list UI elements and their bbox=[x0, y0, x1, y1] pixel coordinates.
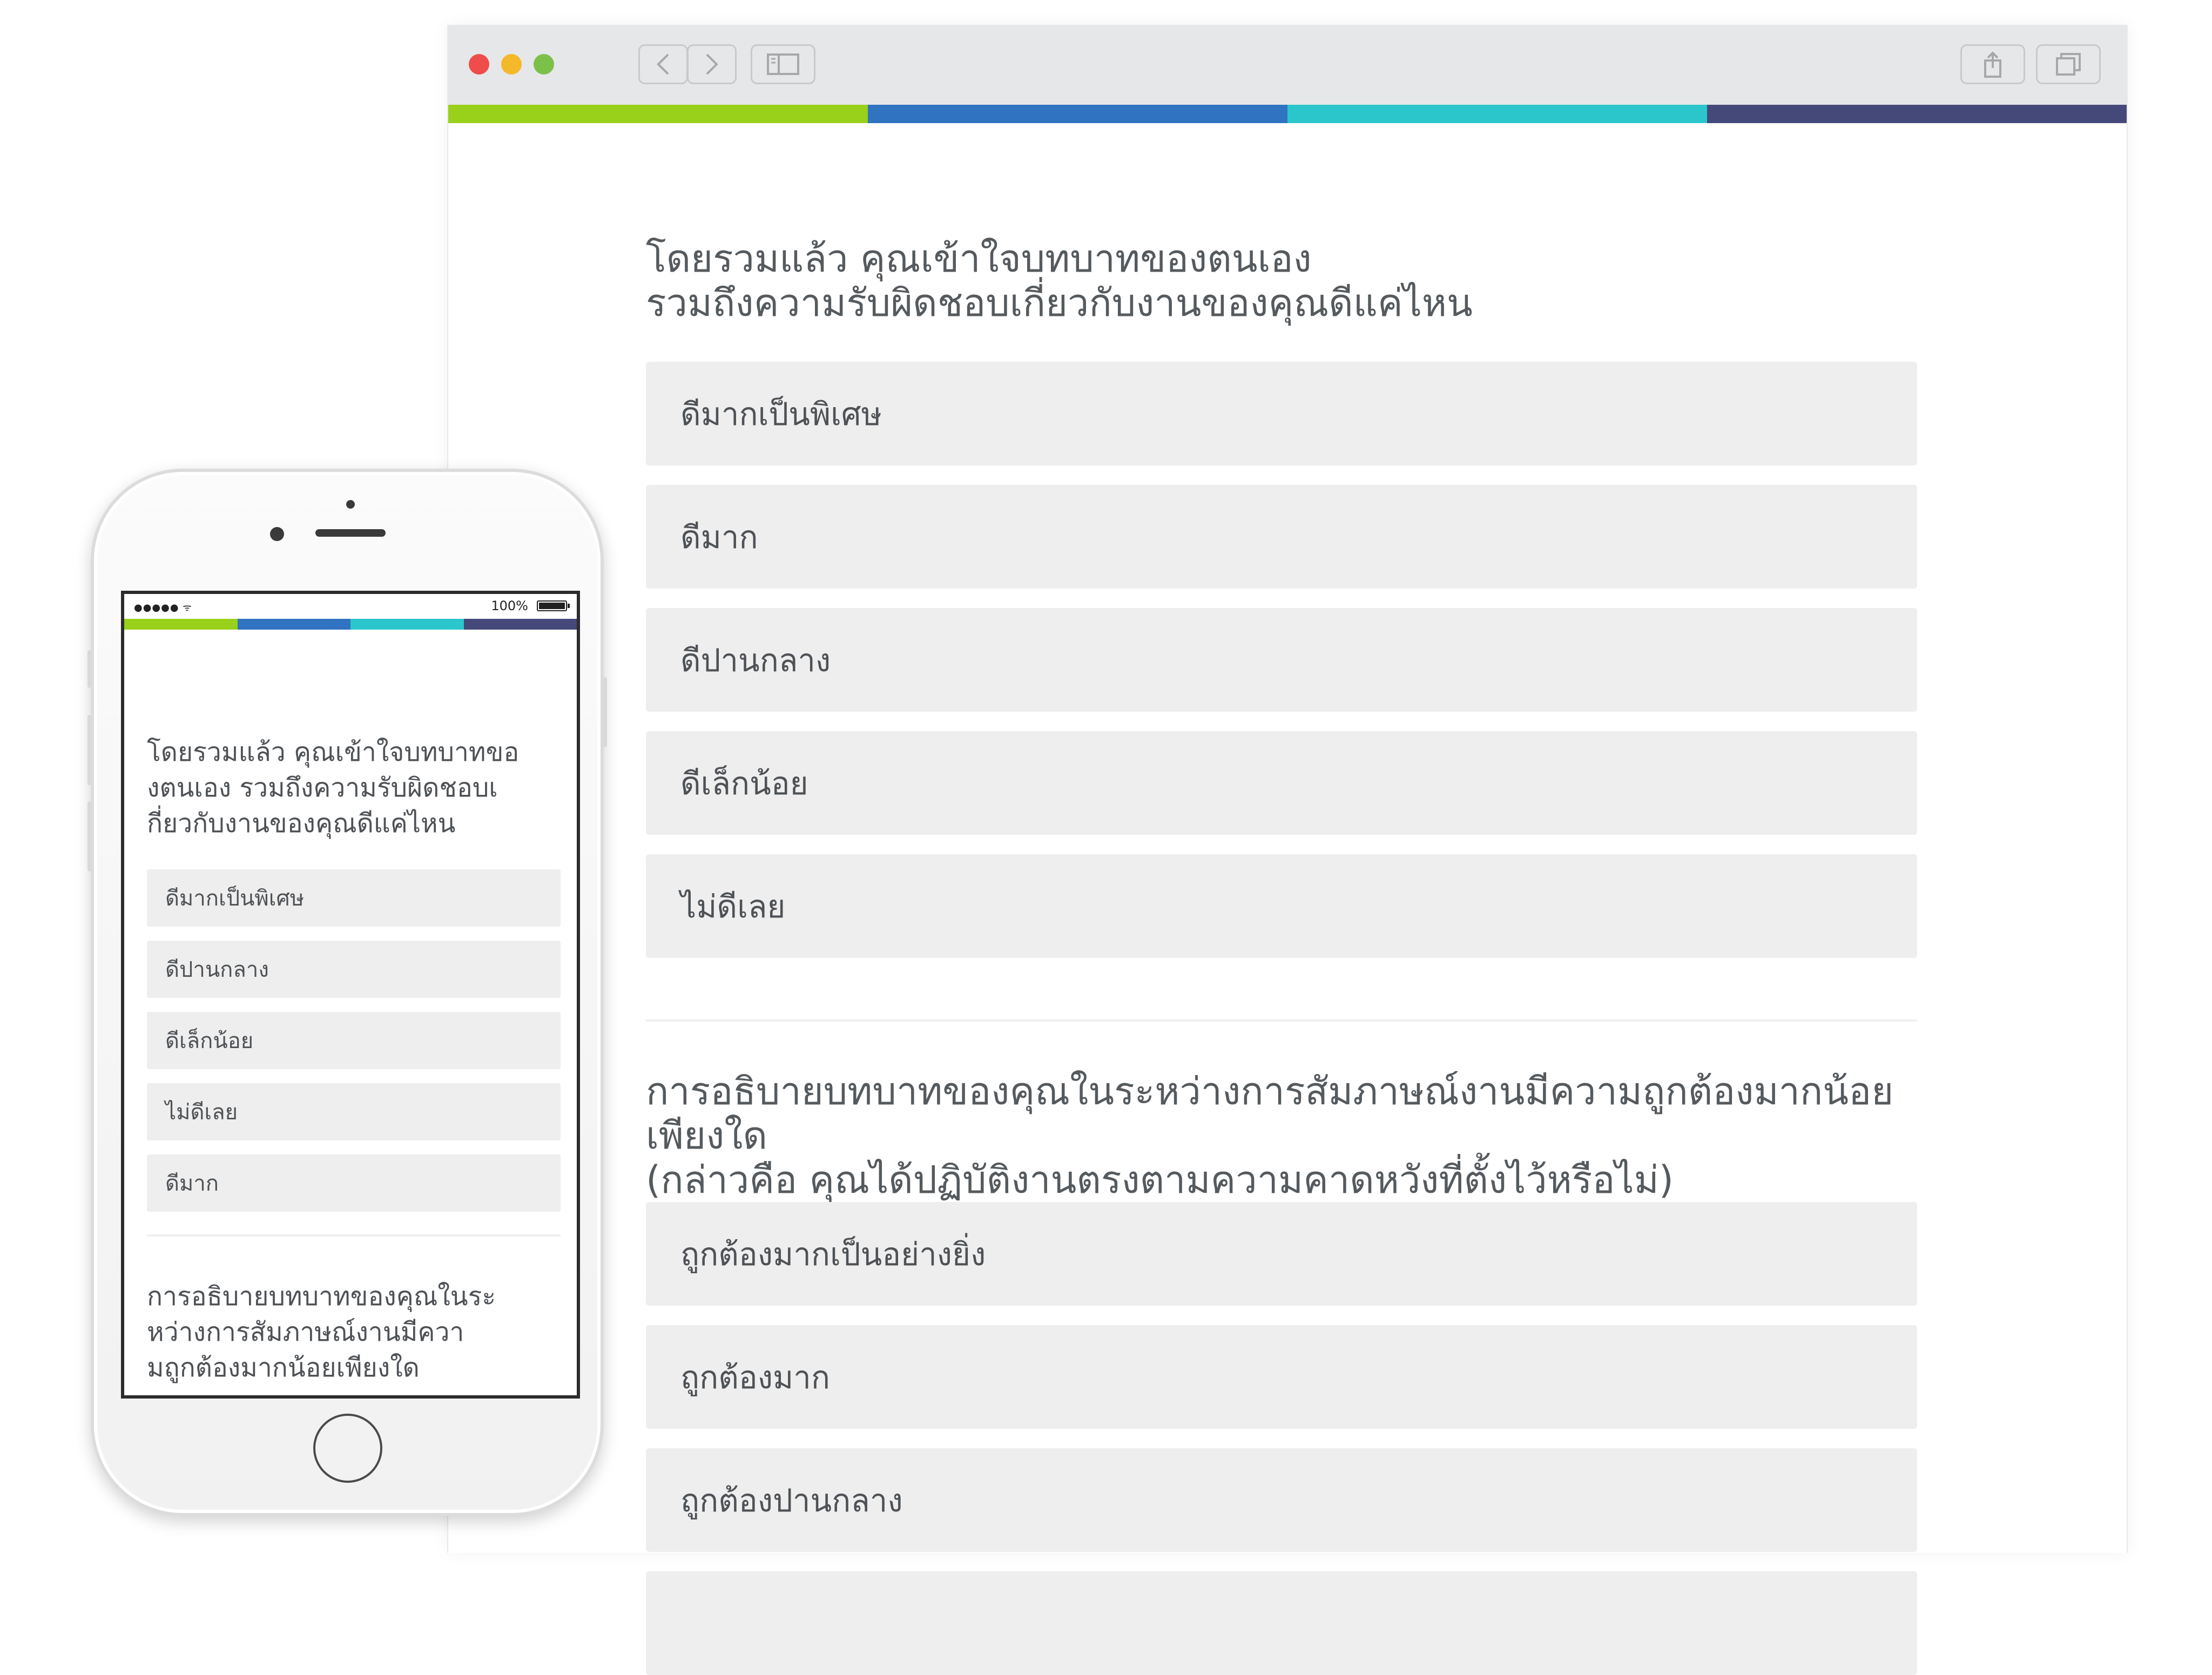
question-2-title: การอธิบายบทบาทของคุณในระหว่างการสัมภาษณ์… bbox=[646, 1069, 1942, 1202]
volume-up-button bbox=[87, 715, 92, 785]
sidebar-toggle-button[interactable] bbox=[751, 44, 815, 84]
forward-button[interactable] bbox=[687, 44, 737, 84]
mobile-progress-bar bbox=[124, 619, 577, 630]
progress-segment-4 bbox=[1707, 105, 2127, 123]
mobile-question-1-title: โดยรวมแล้ว คุณเข้าใจบทบาทขอ งตนเอง รวมถึ… bbox=[147, 734, 547, 841]
front-camera bbox=[270, 527, 284, 541]
progress-segment-1 bbox=[448, 105, 868, 123]
mobile-question-2-title: การอธิบายบทบาทของคุณในระ หว่างการสัมภาษณ… bbox=[147, 1279, 547, 1386]
survey-progress-bar bbox=[448, 105, 2127, 123]
zoom-window-button[interactable] bbox=[534, 54, 554, 75]
close-window-button[interactable] bbox=[469, 54, 489, 75]
mobile-q1-option[interactable]: ดีปานกลาง bbox=[147, 941, 561, 998]
sidebar-icon bbox=[767, 53, 799, 75]
share-button[interactable] bbox=[1960, 44, 2025, 84]
signal-strength-icon: ●●●●● ᯤ bbox=[134, 602, 192, 613]
mobile-question-2-line-2: หว่างการสัมภาษณ์งานมีควา bbox=[147, 1317, 464, 1347]
mute-switch bbox=[87, 650, 92, 688]
mobile-question-1-line-2: งตนเอง รวมถึงความรับผิดชอบเ bbox=[147, 773, 498, 803]
q1-option[interactable]: ดีมากเป็นพิเศษ bbox=[646, 362, 1917, 465]
mobile-q1-option[interactable]: ดีมาก bbox=[147, 1154, 561, 1212]
browser-toolbar bbox=[448, 25, 2127, 105]
mobile-q1-option[interactable]: ไม่ดีเลย bbox=[147, 1083, 561, 1140]
power-button bbox=[603, 677, 607, 747]
battery-icon bbox=[537, 600, 570, 611]
progress-segment-4 bbox=[463, 619, 577, 630]
question-1-line-2: รวมถึงความรับผิดชอบเกี่ยวกับงานของคุณดีแ… bbox=[646, 281, 1473, 325]
mobile-question-2-line-3: มถูกต้องมากน้อยเพียงใด bbox=[147, 1353, 420, 1383]
earpiece-speaker bbox=[315, 529, 386, 537]
back-icon bbox=[657, 53, 669, 75]
phone-mockup: ●●●●● ᯤ 100% โดยรวมแล้ว คุณเข้าใจบทบาทขอ… bbox=[87, 469, 607, 1516]
mobile-question-2-line-1: การอธิบายบทบาทของคุณในระ bbox=[147, 1281, 496, 1312]
question-2-line-2: (กล่าวคือ คุณได้ปฏิบัติงานตรงตามความคาดห… bbox=[646, 1158, 1674, 1202]
q2-option[interactable]: ถูกต้องมาก bbox=[646, 1325, 1917, 1429]
progress-segment-3 bbox=[350, 619, 464, 630]
q1-option[interactable]: ดีเล็กน้อย bbox=[646, 731, 1917, 835]
question-1-line-1: โดยรวมแล้ว คุณเข้าใจบทบาทของตนเอง bbox=[646, 237, 1312, 281]
tabs-icon bbox=[2056, 53, 2081, 76]
q1-option[interactable]: ไม่ดีเลย bbox=[646, 854, 1917, 958]
q2-option[interactable]: ถูกต้องปานกลาง bbox=[646, 1448, 1917, 1552]
progress-segment-2 bbox=[237, 619, 350, 630]
back-button[interactable] bbox=[638, 44, 688, 84]
volume-down-button bbox=[87, 801, 92, 872]
progress-segment-2 bbox=[868, 105, 1287, 123]
forward-icon bbox=[706, 53, 718, 75]
question-divider bbox=[646, 1019, 1917, 1022]
mobile-question-1-line-1: โดยรวมแล้ว คุณเข้าใจบทบาทขอ bbox=[147, 737, 520, 767]
battery-percentage: 100% bbox=[491, 598, 528, 613]
tabs-button[interactable] bbox=[2036, 44, 2101, 84]
phone-screen: ●●●●● ᯤ 100% โดยรวมแล้ว คุณเข้าใจบทบาทขอ… bbox=[121, 591, 580, 1399]
progress-segment-1 bbox=[124, 619, 238, 630]
browser-window: โดยรวมแล้ว คุณเข้าใจบทบาทของตนเอง รวมถึง… bbox=[447, 25, 2128, 1675]
q2-option-partial[interactable] bbox=[646, 1571, 1917, 1675]
home-button[interactable] bbox=[313, 1414, 382, 1483]
question-1-title: โดยรวมแล้ว คุณเข้าใจบทบาทของตนเอง รวมถึง… bbox=[646, 237, 1942, 325]
q2-option[interactable]: ถูกต้องมากเป็นอย่างยิ่ง bbox=[646, 1202, 1917, 1306]
question-2-line-1: การอธิบายบทบาทของคุณในระหว่างการสัมภาษณ์… bbox=[646, 1069, 1894, 1158]
status-bar: ●●●●● ᯤ 100% bbox=[124, 594, 577, 617]
q1-option[interactable]: ดีปานกลาง bbox=[646, 608, 1917, 712]
proximity-sensor bbox=[346, 500, 355, 509]
q1-option[interactable]: ดีมาก bbox=[646, 485, 1917, 589]
mobile-question-divider bbox=[147, 1234, 561, 1237]
share-icon bbox=[1984, 51, 2001, 78]
mobile-question-1-line-3: กี่ยวกับงานของคุณดีแค่ไหน bbox=[147, 808, 456, 839]
mobile-q1-option[interactable]: ดีเล็กน้อย bbox=[147, 1012, 561, 1069]
mobile-q1-option[interactable]: ดีมากเป็นพิเศษ bbox=[147, 869, 561, 927]
progress-segment-3 bbox=[1287, 105, 1707, 123]
minimize-window-button[interactable] bbox=[501, 54, 522, 75]
survey-content: โดยรวมแล้ว คุณเข้าใจบทบาทของตนเอง รวมถึง… bbox=[448, 123, 2127, 1675]
